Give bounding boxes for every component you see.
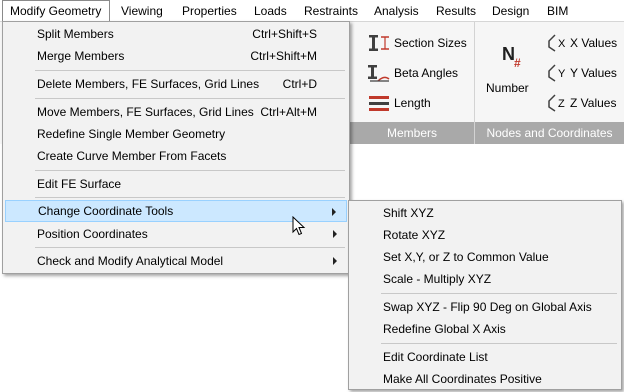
beta-angles-button[interactable]: Beta Angles	[368, 62, 458, 84]
length-label: Length	[394, 96, 431, 110]
section-sizes-icon	[368, 33, 390, 53]
submenu-item-rotate-xyz[interactable]: Rotate XYZ	[351, 224, 619, 246]
x-values-button[interactable]: X X Values	[546, 32, 617, 54]
menu-viewing[interactable]: Viewing	[121, 0, 163, 22]
submenu-item-scale-multiply[interactable]: Scale - Multiply XYZ	[351, 268, 619, 290]
submenu-item-swap-xyz[interactable]: Swap XYZ - Flip 90 Deg on Global Axis	[351, 296, 619, 318]
menu-design[interactable]: Design	[492, 0, 529, 22]
x-axis-icon: X	[546, 33, 568, 53]
section-sizes-label: Section Sizes	[394, 36, 467, 50]
members-group-label: Members	[350, 122, 474, 144]
menu-properties[interactable]: Properties	[182, 0, 237, 22]
menu-item-check-analytical-model[interactable]: Check and Modify Analytical Model	[5, 250, 347, 272]
mouse-cursor-icon	[292, 215, 306, 239]
ribbon-group-divider	[474, 22, 475, 144]
x-values-label: X Values	[570, 36, 618, 50]
submenu-item-make-positive[interactable]: Make All Coordinates Positive	[351, 368, 619, 390]
beta-angles-label: Beta Angles	[394, 66, 459, 80]
menu-separator	[35, 98, 345, 99]
submenu-item-edit-coordinate-list[interactable]: Edit Coordinate List	[351, 346, 619, 368]
nodes-group-label: Nodes and Coordinates	[475, 122, 624, 144]
z-axis-icon: Z	[546, 93, 568, 113]
z-values-button[interactable]: Z Z Values	[546, 92, 616, 114]
menubar: Modify Geometry Viewing Properties Loads…	[0, 0, 624, 40]
y-values-button[interactable]: Y Y Values	[546, 62, 617, 84]
submenu-arrow-icon	[333, 230, 337, 238]
menu-item-edit-fe-surface[interactable]: Edit FE Surface	[5, 173, 347, 195]
menu-restraints[interactable]: Restraints	[304, 0, 358, 22]
menu-item-redefine-member-geometry[interactable]: Redefine Single Member Geometry	[5, 123, 347, 145]
number-button[interactable]: N # Number	[484, 28, 536, 98]
menu-bim-exchange[interactable]: BIM Exchange	[547, 0, 624, 40]
submenu-item-shift-xyz[interactable]: Shift XYZ	[351, 202, 619, 224]
length-button[interactable]: Length	[368, 92, 431, 114]
submenu-arrow-icon	[332, 208, 336, 216]
section-sizes-button[interactable]: Section Sizes	[368, 32, 467, 54]
number-label: Number	[486, 81, 529, 95]
coordinate-tools-submenu: Shift XYZ Rotate XYZ Set X,Y, or Z to Co…	[348, 200, 622, 390]
submenu-item-redefine-global-x[interactable]: Redefine Global X Axis	[351, 318, 619, 340]
beta-angles-icon	[368, 63, 390, 83]
menu-item-move-members[interactable]: Move Members, FE Surfaces, Grid Lines Ct…	[5, 101, 347, 123]
menu-separator	[35, 247, 345, 248]
menu-item-merge-members[interactable]: Merge Members Ctrl+Shift+M	[5, 45, 347, 67]
y-axis-icon: Y	[546, 63, 568, 83]
z-values-label: Z Values	[570, 96, 617, 110]
menu-modify-geometry[interactable]: Modify Geometry	[2, 0, 110, 22]
submenu-arrow-icon	[333, 257, 337, 265]
menu-loads[interactable]: Loads	[254, 0, 287, 22]
length-icon	[368, 93, 390, 113]
menu-separator	[35, 170, 345, 171]
submenu-item-set-common-value[interactable]: Set X,Y, or Z to Common Value	[351, 246, 619, 268]
menu-separator	[381, 293, 617, 294]
menu-separator	[35, 197, 345, 198]
number-hash-glyph: #	[514, 56, 521, 70]
menu-item-split-members[interactable]: Split Members Ctrl+Shift+S	[5, 23, 347, 45]
menu-results[interactable]: Results	[436, 0, 476, 22]
menu-separator	[35, 70, 345, 71]
y-values-label: Y Values	[570, 66, 617, 80]
menu-analysis[interactable]: Analysis	[374, 0, 419, 22]
menu-separator	[381, 343, 617, 344]
menu-item-delete-members[interactable]: Delete Members, FE Surfaces, Grid Lines …	[5, 73, 347, 95]
menu-item-create-curve-member[interactable]: Create Curve Member From Facets	[5, 145, 347, 167]
